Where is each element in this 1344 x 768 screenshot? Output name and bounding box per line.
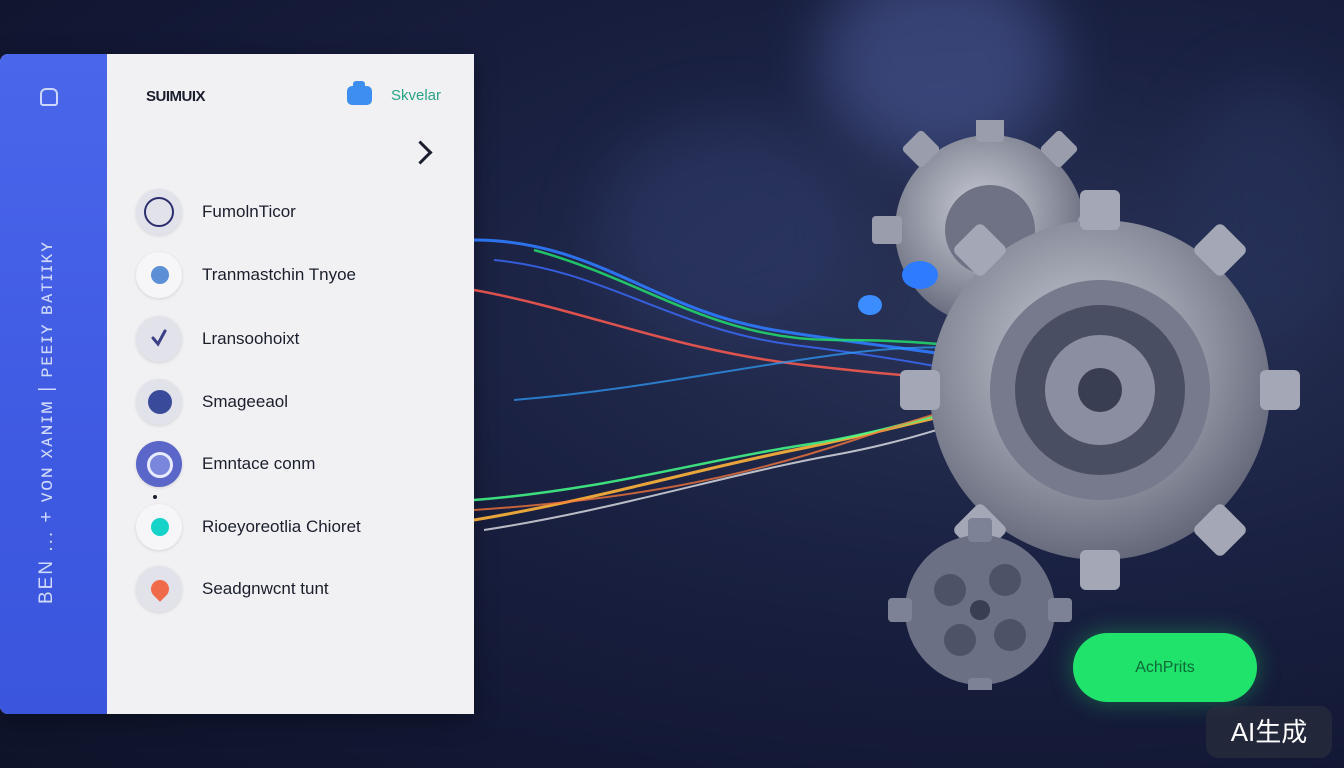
- menu-item[interactable]: Tranmastchin Tnyoe: [136, 252, 456, 298]
- menu-item-label: Rioeyoreotlia Chioret: [202, 517, 361, 536]
- menu-item[interactable]: Seadgnwcnt tunt: [136, 566, 456, 612]
- circle-icon: [136, 189, 182, 235]
- moon-icon: [136, 379, 182, 425]
- menu-item-label: FumolnTicor: [202, 202, 296, 221]
- chevron-right-icon[interactable]: [408, 140, 433, 165]
- lock-icon[interactable]: [40, 88, 58, 106]
- menu-item[interactable]: Rioeyoreotlia Chioret: [136, 504, 456, 550]
- menu-item[interactable]: FumolnTicor: [136, 189, 456, 235]
- divider-dot: [153, 495, 157, 499]
- menu-item-label: Smageeaol: [202, 392, 289, 411]
- menu-item-label: Lransoohoixt: [202, 329, 300, 348]
- check-icon: [136, 316, 182, 362]
- toolbox-icon[interactable]: [347, 81, 372, 105]
- ring-icon: [136, 441, 182, 487]
- brand-title: SUIMUIX: [146, 88, 206, 105]
- menu-item-label: Tranmastchin Tnyoe: [202, 265, 357, 284]
- side-rail: BEN ... + ᴠᴏɴ xᴀɴɪᴍ | ᴘᴇᴇɪʏ ʙᴀᴛɪɪᴋʏ: [0, 54, 107, 714]
- skvelar-link[interactable]: Skvelar: [391, 87, 441, 104]
- rail-vertical-text: BEN ... + ᴠᴏɴ xᴀɴɪᴍ | ᴘᴇᴇɪʏ ʙᴀᴛɪɪᴋʏ: [36, 240, 57, 604]
- ai-generated-watermark: AI生成: [1206, 706, 1332, 758]
- teal-dot-icon: [136, 504, 182, 550]
- dot-icon: [136, 252, 182, 298]
- menu-item[interactable]: Emntace conm: [136, 441, 456, 487]
- menu-item-label: Seadgnwcnt tunt: [202, 579, 329, 598]
- gears-illustration: [858, 120, 1300, 690]
- menu-item[interactable]: Smageeaol: [136, 379, 456, 425]
- menu-item-label: Emntace conm: [202, 454, 316, 473]
- action-button[interactable]: AchPrits: [1073, 633, 1257, 702]
- menu-item[interactable]: Lransoohoixt: [136, 316, 456, 362]
- sidebar-panel: BEN ... + ᴠᴏɴ xᴀɴɪᴍ | ᴘᴇᴇɪʏ ʙᴀᴛɪɪᴋʏ SUIM…: [0, 54, 474, 714]
- diamond-icon: [136, 566, 182, 612]
